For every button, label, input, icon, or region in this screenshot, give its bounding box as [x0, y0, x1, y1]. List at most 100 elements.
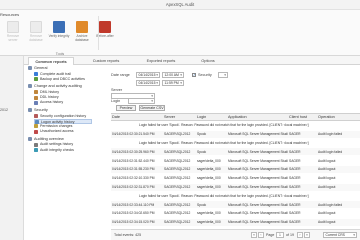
cell-host: SAGER: [289, 202, 301, 207]
time-to-field[interactable]: 11:59 PM: [162, 80, 184, 86]
page-number-field[interactable]: 1: [276, 232, 284, 238]
date-from-field[interactable]: 04/14/2015: [136, 72, 160, 78]
last-page-button[interactable]: »: [304, 232, 310, 238]
column-header-application[interactable]: Application: [228, 115, 247, 119]
folder-icon: [28, 136, 32, 141]
column-header-server[interactable]: Server: [164, 115, 175, 119]
cell-application: Microsoft SQL Server Management Studio: [228, 176, 288, 181]
table-row[interactable]: 04/14/2015 02:34:15.020 PM SAGER\SQL2012 s…: [111, 218, 360, 226]
cell-login: sager\delta_000: [197, 211, 221, 216]
ribbon: Resources Remove server Remove database Ve…: [0, 10, 360, 56]
cell-login: Spock: [197, 202, 207, 207]
format-select[interactable]: Current CRS: [323, 232, 357, 238]
report-icon: [34, 142, 38, 147]
nav-group-label: General: [34, 66, 48, 70]
report-tabs: Common reports Custom reports Exported rep…: [24, 56, 360, 65]
column-header-date[interactable]: Date: [112, 115, 120, 119]
table-row-detail[interactable]: Login failed for user 'Spock'. Reason: P…: [111, 122, 360, 129]
cell-server: SAGER\SQL2012: [164, 184, 191, 189]
prev-page-button[interactable]: ‹: [258, 232, 264, 238]
column-header-operation[interactable]: Operation: [318, 115, 335, 119]
time-from-field[interactable]: 12:00 AM: [162, 72, 184, 78]
date-to-field[interactable]: 04/14/2015: [136, 80, 160, 86]
table-row[interactable]: 04/14/2015 02:30:25.960 PM SAGER\SQL2012 S…: [111, 148, 360, 156]
table-row[interactable]: 04/14/2015 02:30:21.540 PM SAGER\SQL2012 S…: [111, 130, 360, 138]
archive-database-button[interactable]: Archive database: [71, 21, 93, 49]
left-strip-text: 2012: [0, 108, 8, 112]
table-row[interactable]: 04/14/2015 02:33:44.110 PM SAGER\SQL2012 S…: [111, 201, 360, 209]
row-detail-message: Login failed for user 'Spock'. Reason: P…: [139, 123, 309, 128]
page-label: Page: [266, 233, 275, 237]
cell-host: SAGER: [289, 132, 301, 137]
table-row[interactable]: 04/14/2015 02:32:10.330 PM SAGER\SQL2012 s…: [111, 175, 360, 182]
cell-date: 04/14/2015 02:31:55.230 PM: [112, 167, 155, 172]
report-icon: [34, 129, 38, 134]
table-row[interactable]: 04/14/2015 02:31:55.230 PM SAGER\SQL2012 s…: [111, 166, 360, 173]
page-count: of 19: [286, 233, 294, 237]
cell-application: Microsoft SQL Server Management Studio: [228, 202, 288, 207]
table-row[interactable]: 04/14/2015 02:34:02.650 PM SAGER\SQL2012 s…: [111, 210, 360, 217]
generate-csv-button[interactable]: Generate CSV: [139, 105, 165, 111]
status-bar: Total events: 425 « ‹ Page 1 of 19 › » C…: [111, 229, 360, 240]
nav-group-header[interactable]: Security: [28, 108, 48, 112]
cell-login: sager\delta_000: [197, 176, 221, 181]
column-header-login[interactable]: Login: [197, 115, 206, 119]
cell-application: Microsoft SQL Server Management Studio -…: [228, 211, 288, 216]
table-row[interactable]: 04/14/2015 02:31:52.440 PM SAGER\SQL2012 s…: [111, 157, 360, 164]
results-grid: Date Server Login Application Client hos…: [111, 113, 360, 229]
nav-group-header[interactable]: Auditing overview: [28, 136, 64, 141]
cell-operation: Audit logout: [318, 167, 336, 172]
before-after-icon: [99, 21, 111, 33]
archive-database-icon: [76, 21, 88, 33]
nav-item-audit-integrity-checks[interactable]: Audit integrity checks: [34, 148, 74, 153]
cell-host: SAGER: [289, 211, 301, 216]
ribbon-divider: [98, 16, 99, 50]
login-select[interactable]: [128, 98, 155, 104]
cell-server: SAGER\SQL2012: [164, 220, 191, 225]
cell-date: 04/14/2015 02:32:31.870 PM: [112, 184, 155, 189]
cell-login: sager\delta_000: [197, 184, 221, 189]
column-header-client-host[interactable]: Client host: [289, 115, 307, 119]
tab-common-reports[interactable]: Common reports: [28, 57, 74, 65]
cell-login: Spock: [197, 149, 207, 154]
nav-group-header[interactable]: Change and activity auditing: [28, 84, 82, 89]
nav-item-access-history[interactable]: Access history: [34, 100, 63, 105]
ribbon-button-label: Remove database: [29, 34, 43, 42]
nav-item-unauthorized-access[interactable]: Unauthorized access: [34, 129, 74, 134]
verify-integrity-button[interactable]: Verify integrity: [48, 21, 70, 49]
cell-server: SAGER\SQL2012: [164, 158, 191, 163]
nav-item-label: Access history: [40, 100, 64, 105]
cell-login: sager\delta_000: [197, 167, 221, 172]
report-navigation: General Complete audit trail Backup and DB…: [28, 66, 104, 236]
nav-item-label: Unauthorized access: [40, 129, 74, 134]
cell-host: SAGER: [289, 176, 301, 181]
security-dropdown[interactable]: [218, 72, 228, 78]
cell-host: SAGER: [289, 184, 301, 189]
verify-integrity-icon: [53, 21, 65, 33]
table-row-detail[interactable]: Login failed for user 'Spock'. Reason: P…: [111, 140, 360, 147]
cell-operation: Audit login failed: [318, 202, 343, 207]
next-page-button[interactable]: ›: [297, 232, 303, 238]
first-page-button[interactable]: «: [251, 232, 257, 238]
report-icon: [34, 77, 38, 82]
preview-button[interactable]: Preview: [116, 105, 136, 111]
tab-exported-reports[interactable]: Exported reports: [136, 57, 186, 65]
cell-server: SAGER\SQL2012: [164, 202, 191, 207]
cell-operation: Audit logout: [318, 211, 336, 216]
remove-database-button[interactable]: Remove database: [25, 21, 47, 49]
remove-server-button[interactable]: Remove server: [2, 21, 24, 49]
tab-custom-reports[interactable]: Custom reports: [86, 57, 126, 65]
tab-options[interactable]: Options: [196, 57, 220, 65]
nav-item-label: Audit integrity checks: [40, 147, 74, 152]
remove-database-icon: [30, 21, 42, 33]
cell-operation: Audit logout: [318, 184, 336, 189]
nav-group-label: Auditing overview: [34, 136, 64, 141]
nav-item-backup-and-dbcc-activities[interactable]: Backup and DBCC activities: [34, 77, 85, 82]
table-row-detail[interactable]: Login failed for user 'Spock'. Reason: P…: [111, 192, 360, 199]
nav-group-header[interactable]: General: [28, 66, 48, 70]
security-checkbox[interactable]: ✓: [192, 73, 196, 77]
cell-date: 04/14/2015 02:34:15.020 PM: [112, 220, 155, 225]
left-panel-strip: 2012: [0, 56, 24, 240]
cell-server: SAGER\SQL2012: [164, 176, 191, 181]
table-row[interactable]: 04/14/2015 02:32:31.870 PM SAGER\SQL2012 s…: [111, 183, 360, 191]
